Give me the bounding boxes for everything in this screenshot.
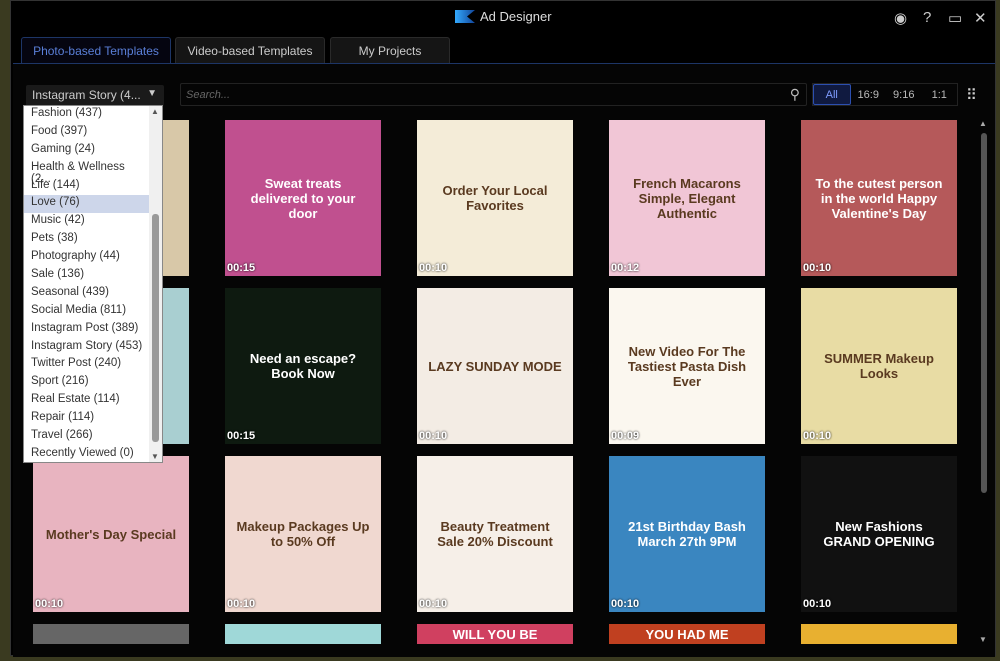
duration-label: 00:10: [35, 598, 64, 610]
template-thumbnail[interactable]: New Fashions GRAND OPENING 00:10: [801, 456, 957, 612]
category-option[interactable]: Photography (44): [24, 249, 150, 267]
template-text: YOU HAD ME: [645, 626, 729, 642]
category-option[interactable]: Food (397): [24, 124, 150, 142]
duration-label: 00:15: [227, 430, 256, 442]
tab-video-based[interactable]: Video-based Templates: [175, 37, 325, 63]
app-logo-icon: [455, 10, 475, 23]
ratio-9-16[interactable]: 9:16: [886, 84, 922, 105]
chevron-down-icon: ▼: [147, 88, 157, 99]
duration-label: 00:09: [611, 430, 640, 442]
search-input[interactable]: Search... ⚲: [180, 83, 807, 106]
ratio-1-1[interactable]: 1:1: [922, 84, 958, 105]
list-scrollbar[interactable]: ▲ ▼: [149, 106, 162, 462]
maximize-icon[interactable]: ▭: [948, 9, 962, 27]
duration-label: 00:10: [419, 262, 448, 274]
category-option[interactable]: Life (144): [24, 178, 150, 196]
template-thumbnail[interactable]: Makeup Packages Up to 50% Off 00:10: [225, 456, 381, 612]
category-option[interactable]: Social Media (811): [24, 303, 150, 321]
scrollbar-thumb[interactable]: [981, 133, 987, 493]
template-thumbnail[interactable]: SUMMER Makeup Looks 00:10: [801, 288, 957, 444]
category-option[interactable]: Pets (38): [24, 231, 150, 249]
template-text: LAZY SUNDAY MODE: [428, 358, 562, 374]
account-icon[interactable]: ◉: [894, 9, 907, 27]
list-scrollbar-thumb[interactable]: [152, 214, 159, 442]
category-option[interactable]: Sport (216): [24, 374, 150, 392]
template-thumbnail[interactable]: Need an escape? Book Now 00:15: [225, 288, 381, 444]
duration-label: 00:15: [227, 262, 256, 274]
template-text: Order Your Local Favorites: [442, 183, 548, 213]
grid-sort-icon[interactable]: ⠿: [966, 86, 977, 104]
category-option[interactable]: Recently Viewed (0): [24, 446, 150, 464]
ratio-all[interactable]: All: [813, 84, 851, 105]
template-thumbnail[interactable]: [225, 624, 381, 644]
title-bar: Ad Designer: [455, 9, 552, 24]
category-option[interactable]: Gaming (24): [24, 142, 150, 160]
template-text: Mother's Day Special: [45, 526, 177, 542]
template-thumbnail[interactable]: New Video For The Tastiest Pasta Dish Ev…: [609, 288, 765, 444]
category-option[interactable]: Love (76): [24, 195, 150, 214]
category-option[interactable]: Music (42): [24, 213, 150, 231]
category-value: Instagram Story (4...: [32, 88, 141, 102]
category-option[interactable]: Fashion (437): [24, 106, 150, 124]
scroll-up-icon[interactable]: ▲: [979, 119, 989, 128]
template-thumbnail[interactable]: Beauty Treatment Sale 20% Discount 00:10: [417, 456, 573, 612]
template-text: SUMMER Makeup Looks: [824, 351, 934, 381]
template-text: WILL YOU BE: [452, 626, 538, 642]
close-icon[interactable]: ✕: [974, 9, 987, 27]
duration-label: 00:10: [227, 598, 256, 610]
category-option[interactable]: Twitter Post (240): [24, 356, 150, 374]
category-option[interactable]: Instagram Story (453): [24, 339, 150, 357]
duration-label: 00:12: [611, 262, 640, 274]
template-thumbnail[interactable]: Mother's Day Special 00:10: [33, 456, 189, 612]
category-dropdown[interactable]: Instagram Story (4... ▼: [26, 85, 164, 106]
duration-label: 00:10: [419, 430, 448, 442]
template-thumbnail[interactable]: [33, 624, 189, 644]
template-thumbnail[interactable]: French Macarons Simple, Elegant Authenti…: [609, 120, 765, 276]
category-option[interactable]: Instagram Post (389): [24, 321, 150, 339]
template-text: To the cutest person in the world Happy …: [815, 175, 943, 221]
category-option[interactable]: Travel (266): [24, 428, 150, 446]
template-thumbnail[interactable]: 21st Birthday Bash March 27th 9PM 00:10: [609, 456, 765, 612]
template-thumbnail[interactable]: Sweat treats delivered to your door 00:15: [225, 120, 381, 276]
scroll-up-icon[interactable]: ▲: [151, 107, 159, 116]
template-thumbnail[interactable]: WILL YOU BE: [417, 624, 573, 644]
duration-label: 00:10: [803, 598, 832, 610]
template-thumbnail[interactable]: Order Your Local Favorites 00:10: [417, 120, 573, 276]
template-thumbnail[interactable]: LAZY SUNDAY MODE 00:10: [417, 288, 573, 444]
scrollbar[interactable]: ▲ ▼: [979, 119, 989, 644]
scroll-down-icon[interactable]: ▼: [151, 452, 159, 461]
search-icon[interactable]: ⚲: [790, 86, 800, 103]
template-thumbnail[interactable]: To the cutest person in the world Happy …: [801, 120, 957, 276]
category-option[interactable]: Sale (136): [24, 267, 150, 285]
template-text: Sweat treats delivered to your door: [250, 175, 356, 221]
category-option[interactable]: Health & Wellness (2...: [24, 160, 150, 185]
category-option[interactable]: Real Estate (114): [24, 392, 150, 410]
help-icon[interactable]: ?: [923, 9, 931, 26]
category-option[interactable]: Seasonal (439): [24, 285, 150, 303]
template-thumbnail[interactable]: YOU HAD ME: [609, 624, 765, 644]
tab-my-projects[interactable]: My Projects: [330, 37, 450, 63]
template-text: French Macarons Simple, Elegant Authenti…: [633, 175, 741, 221]
category-option[interactable]: Repair (114): [24, 410, 150, 428]
template-text: 21st Birthday Bash March 27th 9PM: [628, 519, 746, 549]
app-title: Ad Designer: [480, 9, 552, 24]
template-text: Makeup Packages Up to 50% Off: [236, 519, 370, 549]
category-list: ▲ ▼ Fashion (437) Food (397) Gaming (24) Hea…: [23, 105, 163, 463]
duration-label: 00:10: [803, 430, 832, 442]
aspect-ratio-filter: All 16:9 9:16 1:1: [812, 83, 958, 106]
template-text: New Video For The Tastiest Pasta Dish Ev…: [627, 343, 747, 389]
duration-label: 00:10: [611, 598, 640, 610]
template-text: Need an escape? Book Now: [249, 351, 357, 381]
ratio-16-9[interactable]: 16:9: [851, 84, 887, 105]
search-placeholder: Search...: [186, 89, 231, 101]
scroll-down-icon[interactable]: ▼: [979, 635, 987, 644]
tab-photo-based[interactable]: Photo-based Templates: [21, 37, 171, 63]
template-text: New Fashions GRAND OPENING: [823, 519, 935, 549]
template-text: Beauty Treatment Sale 20% Discount: [437, 519, 553, 549]
template-thumbnail[interactable]: [801, 624, 957, 644]
duration-label: 00:10: [419, 598, 448, 610]
duration-label: 00:10: [803, 262, 832, 274]
